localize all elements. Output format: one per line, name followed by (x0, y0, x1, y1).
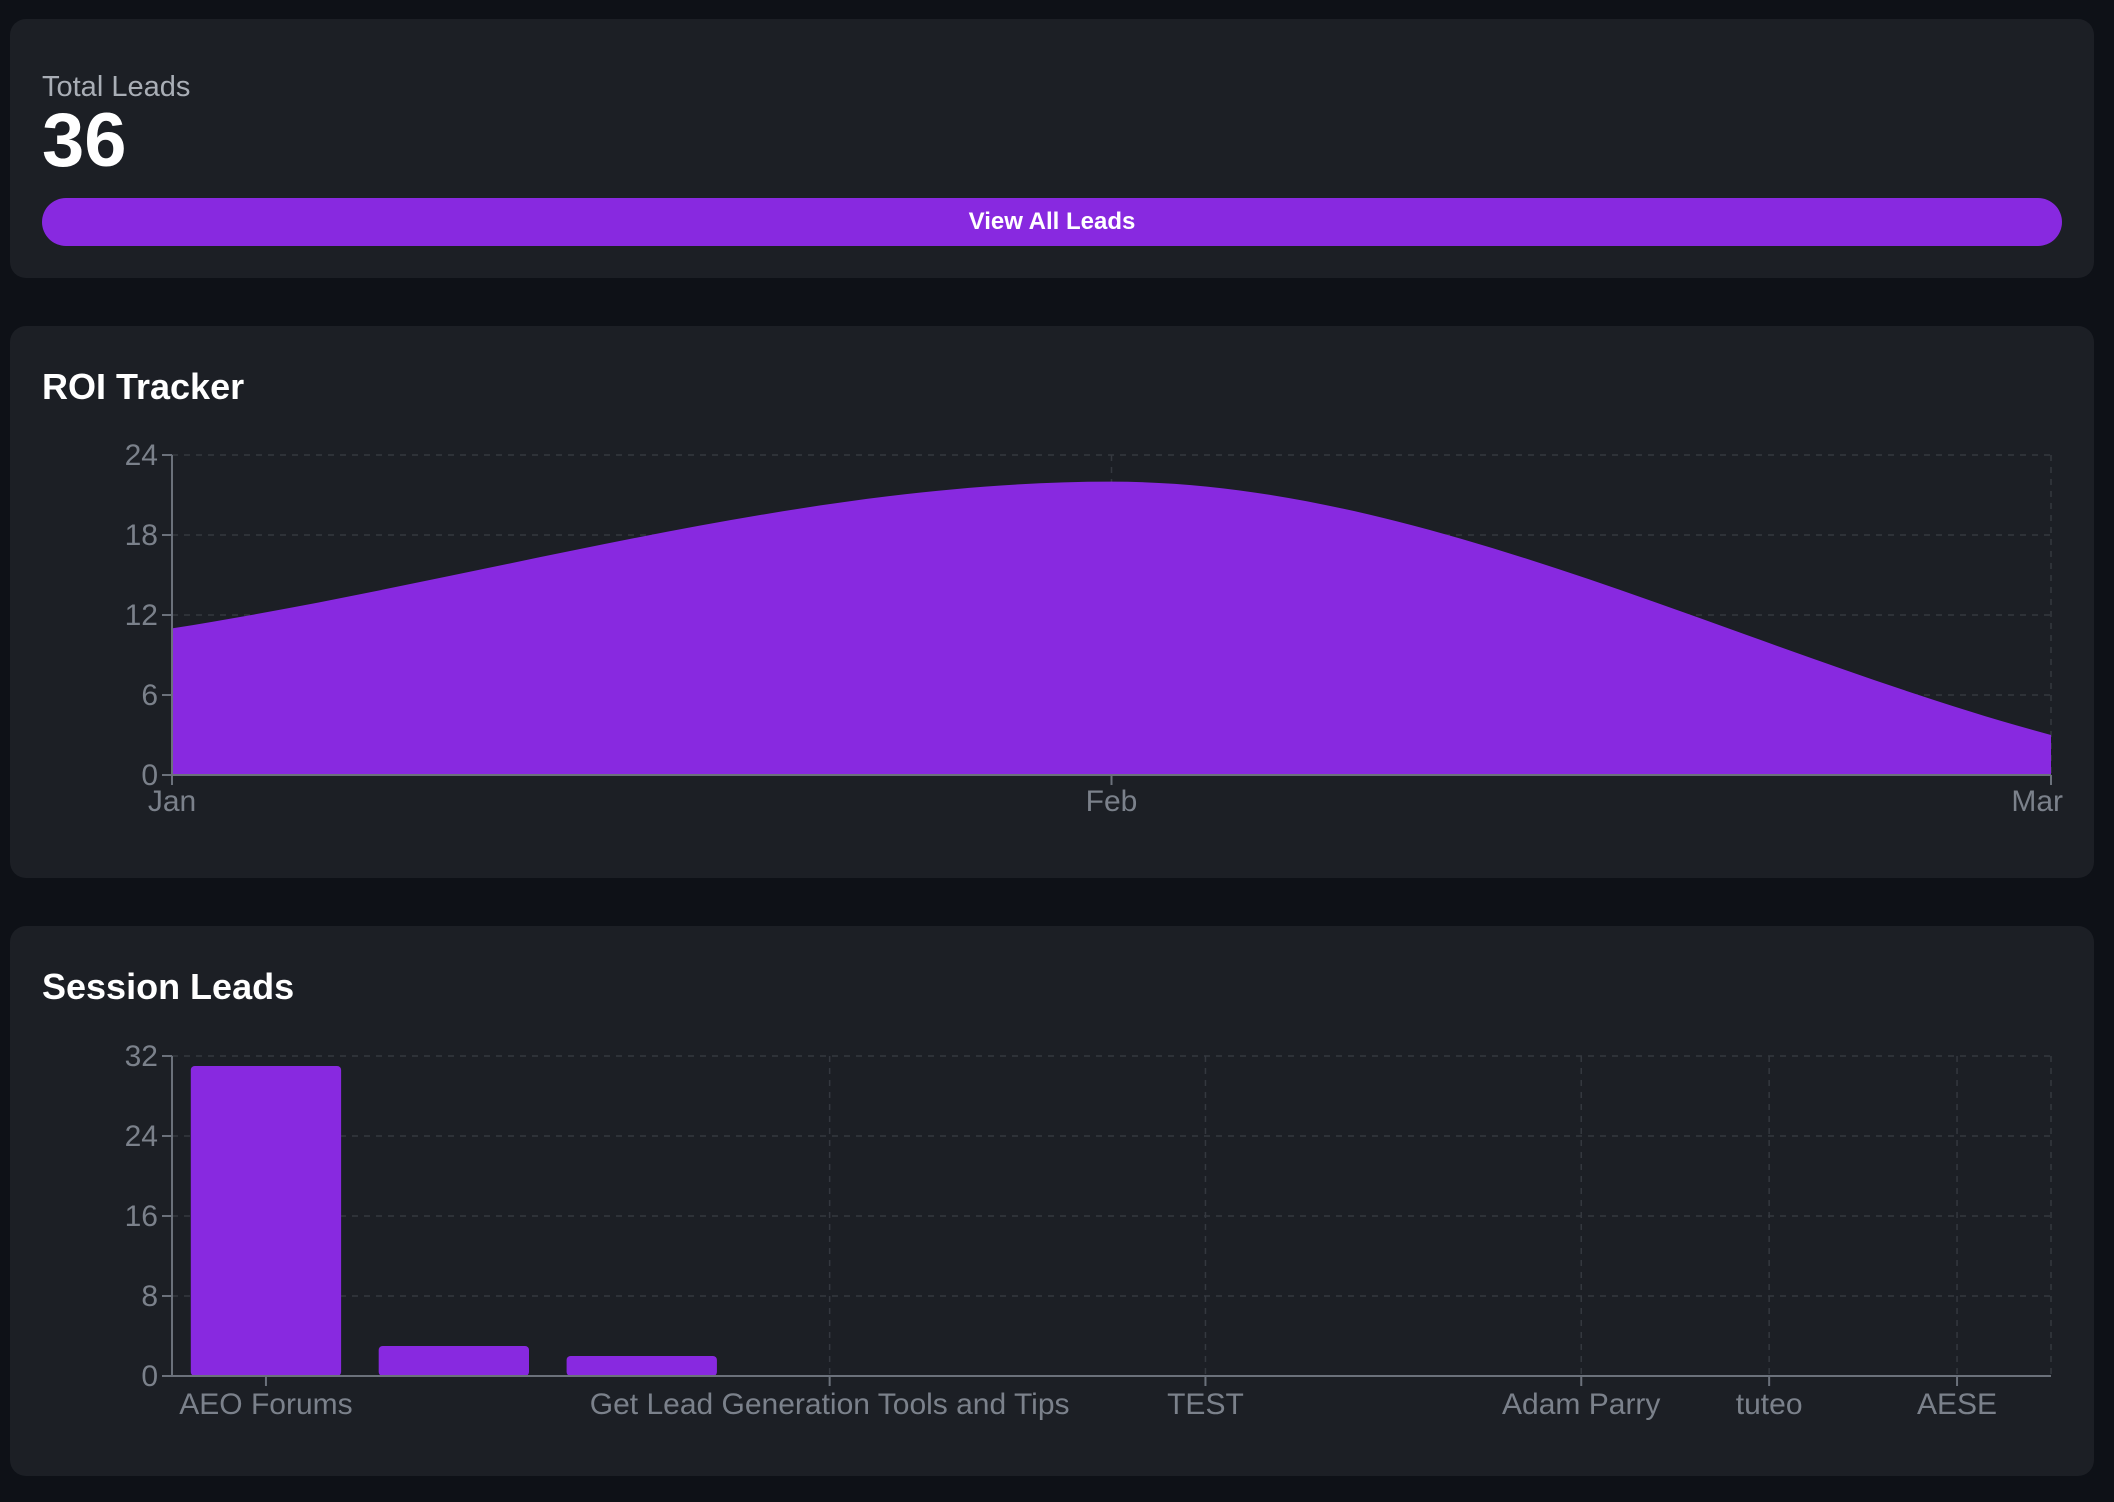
session-bar-chart: 0 8 16 24 32 AEO Forums Get Lead Generation To… (125, 1040, 2052, 1421)
roi-y-tick-label: 24 (125, 439, 158, 472)
session-y-tick-label: 16 (125, 1200, 158, 1233)
total-leads-value: 36 (42, 98, 127, 183)
total-leads-card: Total Leads 36 View All Leads (10, 19, 2094, 278)
roi-x-tick-label: Mar (2011, 785, 2063, 818)
session-y-tick-label: 8 (141, 1280, 158, 1313)
roi-area-series (172, 481, 2051, 775)
roi-x-tick-label: Jan (148, 785, 196, 818)
session-bar (566, 1356, 717, 1376)
session-x-tick-label: AEO Forums (179, 1388, 352, 1421)
session-x-tick-label: tuteo (1736, 1388, 1803, 1421)
session-y-tick-label: 32 (125, 1040, 158, 1073)
session-y-tick-label: 24 (125, 1120, 158, 1153)
session-x-tick-label: Adam Parry (1502, 1388, 1660, 1421)
session-bar (190, 1066, 342, 1376)
roi-area-chart: 06121824Jan Feb Mar (125, 439, 2063, 818)
session-x-tick-label: Get Lead Generation Tools and Tips (590, 1388, 1070, 1421)
roi-y-tick-label: 18 (125, 519, 158, 552)
roi-y-tick-label: 12 (125, 599, 158, 632)
session-x-tick-label: AESE (1917, 1388, 1997, 1421)
roi-y-tick-label: 6 (141, 679, 158, 712)
session-x-tick-label: TEST (1167, 1388, 1244, 1421)
roi-tracker-card: ROI Tracker 0 6 12 18 24 Jan Feb Mar (10, 326, 2094, 878)
view-all-leads-button[interactable]: View All Leads (42, 198, 2062, 246)
session-leads-card: Session Leads 0 8 16 24 32 AEO Forums Get Lead… (10, 926, 2094, 1476)
roi-x-tick-label: Feb (1086, 785, 1138, 818)
session-bar (378, 1346, 530, 1376)
session-y-tick-label: 0 (141, 1360, 158, 1393)
